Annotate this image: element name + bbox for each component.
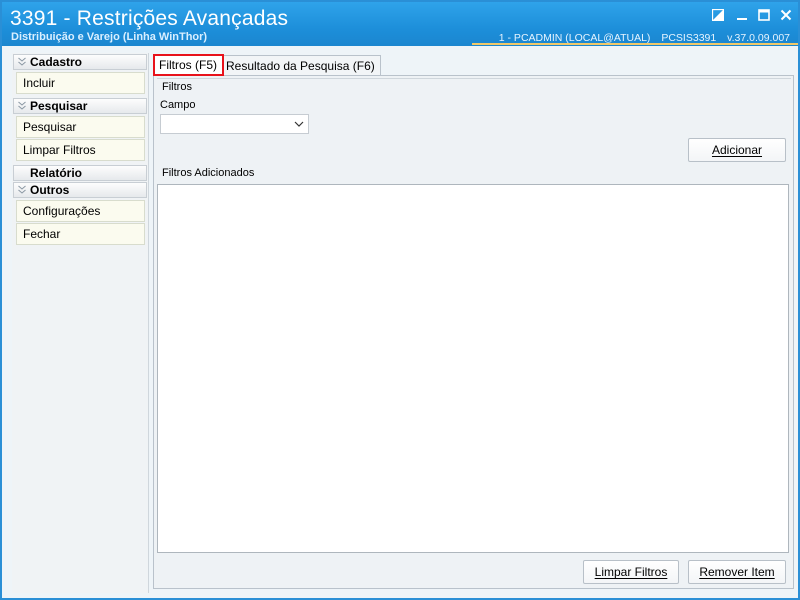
adicionar-button[interactable]: Adicionar (688, 138, 786, 162)
chevron-down-icon (294, 121, 304, 127)
campo-label: Campo (160, 99, 196, 111)
sidebar-group-pesquisar[interactable]: Pesquisar (13, 98, 147, 114)
tab-resultado-pesquisa[interactable]: Resultado da Pesquisa (F6) (220, 55, 381, 76)
filtros-group: Filtros Campo Adicionar (157, 78, 791, 164)
sidebar-group-outros[interactable]: Outros (13, 182, 147, 198)
sidebar-item-pesquisar[interactable]: Pesquisar (16, 116, 145, 138)
filtros-adicionados-group: Filtros Adicionados (157, 166, 791, 554)
filtros-adicionados-list[interactable] (157, 184, 789, 553)
tab-strip: Filtros (F5) Resultado da Pesquisa (F6) (153, 54, 793, 76)
sidebar-group-label: Cadastro (30, 55, 83, 69)
sidebar-item-fechar[interactable]: Fechar (16, 223, 145, 245)
minimize-icon[interactable] (735, 8, 749, 22)
limpar-filtros-button[interactable]: Limpar Filtros (583, 560, 679, 584)
sidebar-group-label: Pesquisar (30, 99, 88, 113)
chevron-collapse-icon (18, 185, 26, 194)
filtros-group-title: Filtros (162, 81, 192, 93)
sidebar-item-incluir[interactable]: Incluir (16, 72, 145, 94)
sidebar-group-label: Relatório (30, 166, 83, 180)
tab-content-panel: Filtros Campo Adicionar Filtros Adiciona… (153, 75, 794, 589)
campo-dropdown[interactable] (160, 114, 309, 134)
filtros-adicionados-title: Filtros Adicionados (162, 167, 255, 179)
sidebar-group-cadastro[interactable]: Cadastro (13, 54, 147, 70)
window-subtitle: Distribuição e Varejo (Linha WinThor) (11, 31, 208, 43)
remover-item-button[interactable]: Remover Item (688, 560, 786, 584)
title-bar[interactable]: 3391 - Restrições Avançadas Distribuição… (2, 2, 798, 46)
chevron-collapse-icon (18, 57, 26, 66)
maximize-icon[interactable] (757, 8, 771, 22)
resize-icon[interactable] (711, 8, 725, 22)
app-window: 3391 - Restrições Avançadas Distribuição… (0, 0, 800, 600)
sidebar-group-label: Outros (30, 183, 70, 197)
sidebar-item-configuracoes[interactable]: Configurações (16, 200, 145, 222)
sidebar-group-relatorio[interactable]: Relatório (13, 165, 147, 181)
tab-filtros[interactable]: Filtros (F5) (153, 54, 224, 76)
sidebar: Cadastro Incluir Pesquisar Pesquisar Lim… (12, 53, 149, 593)
title-accent-line (472, 43, 798, 45)
close-icon[interactable] (779, 8, 793, 22)
sidebar-item-limpar-filtros[interactable]: Limpar Filtros (16, 139, 145, 161)
chevron-collapse-icon (18, 101, 26, 110)
window-title: 3391 - Restrições Avançadas (10, 7, 289, 30)
